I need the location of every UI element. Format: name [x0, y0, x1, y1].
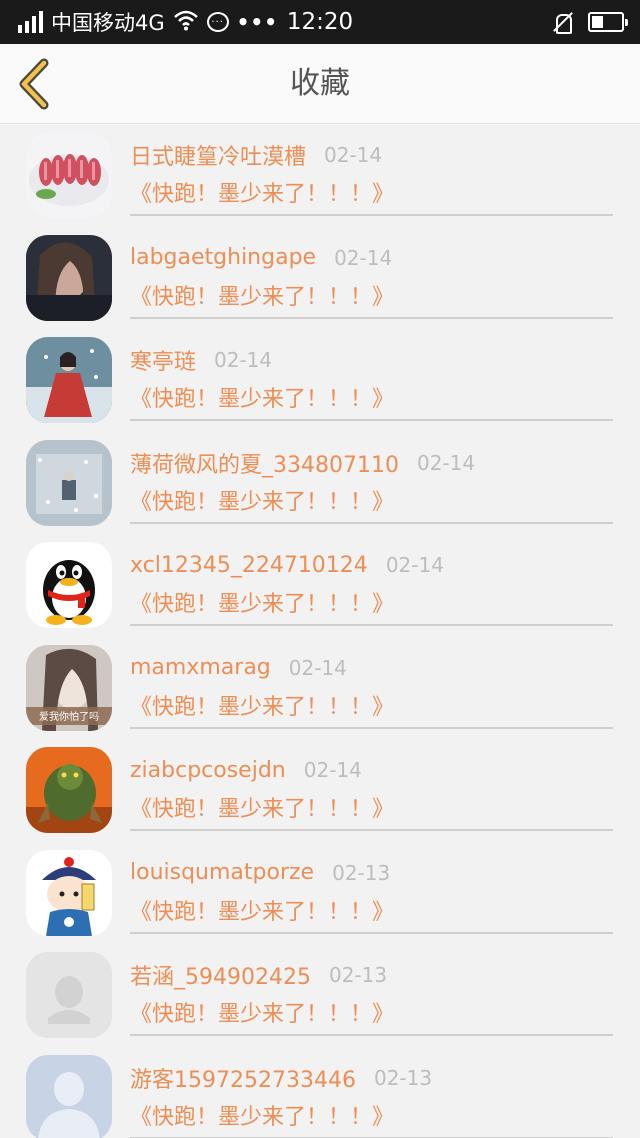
favorite-date: 02-13 [373, 1065, 433, 1090]
story-title[interactable]: 《快跑！墨少来了！！！》 [130, 176, 394, 208]
favorite-item[interactable]: 日式睫篁冷吐漠槽 02-14 《快跑！墨少来了！！！》 [0, 124, 640, 227]
battery-icon [588, 12, 628, 32]
favorite-item[interactable]: 若涵_594902425 02-13 《快跑！墨少来了！！！》 [0, 944, 640, 1047]
story-title[interactable]: 《快跑！墨少来了！！！》 [130, 586, 394, 618]
favorite-date: 02-14 [324, 143, 383, 167]
avatar[interactable] [26, 542, 112, 628]
favorite-date: 02-14 [385, 553, 444, 577]
avatar[interactable] [26, 132, 112, 218]
clock: 12:20 [286, 9, 354, 35]
svg-text:爱我你怕了吗: 爱我你怕了吗 [39, 710, 99, 723]
story-title[interactable]: 《快跑！墨少来了！！！》 [130, 1099, 394, 1131]
story-title[interactable]: 《快跑！墨少来了！！！》 [130, 279, 394, 311]
favorite-date: 02-14 [334, 245, 393, 270]
divider [130, 829, 613, 831]
user-name[interactable]: 日式睫篁冷吐漠槽 [130, 139, 306, 171]
story-title[interactable]: 《快跑！墨少来了！！！》 [130, 381, 394, 413]
item-meta: ziabcpcosejdn 02-14 [130, 753, 362, 787]
item-meta: xcl12345_224710124 02-14 [130, 548, 444, 582]
user-name[interactable]: 薄荷微风的夏_334807110 [130, 447, 399, 479]
divider [130, 931, 613, 934]
avatar[interactable] [26, 849, 112, 936]
avatar[interactable] [26, 337, 112, 423]
avatar[interactable] [26, 234, 112, 321]
favorite-item[interactable]: 爱我你怕了吗 mamxmarag 02-14 《快跑！墨少来了！！！》 [0, 637, 640, 740]
item-meta: louisqumatporze 02-13 [130, 856, 390, 890]
favorite-date: 02-13 [328, 963, 388, 987]
user-name[interactable]: louisqumatporze [130, 860, 314, 885]
divider [130, 726, 613, 729]
item-meta: 薄荷微风的夏_334807110 02-14 [130, 446, 475, 480]
item-meta: 游客1597252733446 02-13 [130, 1061, 432, 1095]
story-title[interactable]: 《快跑！墨少来了！！！》 [130, 484, 394, 516]
user-name[interactable]: mamxmarag [130, 655, 271, 680]
item-meta: labgaetghingape 02-14 [130, 241, 392, 275]
item-meta: mamxmarag 02-14 [130, 651, 347, 685]
item-meta: 若涵_594902425 02-13 [130, 958, 387, 992]
status-bar: 中国移动4G ··· ••• 12:20 [0, 0, 640, 44]
story-title[interactable]: 《快跑！墨少来了！！！》 [130, 689, 394, 721]
user-name[interactable]: ziabcpcosejdn [130, 758, 286, 783]
item-meta: 日式睫篁冷吐漠槽 02-14 [130, 138, 382, 172]
story-title[interactable]: 《快跑！墨少来了！！！》 [130, 894, 394, 926]
favorite-item[interactable]: ziabcpcosejdn 02-14 《快跑！墨少来了！！！》 [0, 739, 640, 842]
story-title[interactable]: 《快跑！墨少来了！！！》 [130, 996, 394, 1028]
user-name[interactable]: xcl12345_224710124 [130, 553, 368, 578]
favorite-item[interactable]: labgaetghingape 02-14 《快跑！墨少来了！！！》 [0, 227, 640, 330]
divider [130, 1034, 613, 1036]
divider [130, 316, 613, 319]
favorite-date: 02-14 [303, 758, 362, 782]
avatar[interactable] [26, 439, 112, 526]
favorite-item[interactable]: 薄荷微风的夏_334807110 02-14 《快跑！墨少来了！！！》 [0, 432, 640, 535]
item-meta: 寒亭琏 02-14 [130, 343, 272, 377]
page-title: 收藏 [290, 66, 350, 101]
favorite-date: 02-14 [416, 450, 476, 475]
user-name[interactable]: 寒亭琏 [130, 344, 196, 376]
favorites-list: 日式睫篁冷吐漠槽 02-14 《快跑！墨少来了！！！》 labgaetghingape… [0, 124, 640, 1138]
favorite-item[interactable]: 游客1597252733446 02-13 《快跑！墨少来了！！！》 [0, 1047, 640, 1138]
favorite-date: 02-14 [288, 655, 347, 680]
favorite-item[interactable]: louisqumatporze 02-13 《快跑！墨少来了！！！》 [0, 842, 640, 945]
user-name[interactable]: 游客1597252733446 [130, 1062, 356, 1094]
avatar[interactable] [26, 952, 112, 1038]
avatar[interactable] [26, 1054, 112, 1138]
divider [130, 214, 613, 216]
avatar[interactable]: 爱我你怕了吗 [26, 644, 112, 731]
avatar[interactable] [26, 747, 112, 833]
favorite-item[interactable]: 寒亭琏 02-14 《快跑！墨少来了！！！》 [0, 329, 640, 432]
user-name[interactable]: 若涵_594902425 [130, 959, 311, 991]
user-name[interactable]: labgaetghingape [130, 245, 316, 270]
divider [130, 521, 613, 524]
story-title[interactable]: 《快跑！墨少来了！！！》 [130, 791, 394, 823]
mute-icon [552, 11, 574, 34]
nav-header: 收藏 [0, 44, 640, 124]
divider [130, 419, 613, 421]
favorite-date: 02-14 [214, 348, 273, 372]
favorite-date: 02-13 [332, 860, 391, 885]
favorite-item[interactable]: xcl12345_224710124 02-14 《快跑！墨少来了！！！》 [0, 534, 640, 637]
divider [130, 624, 613, 626]
